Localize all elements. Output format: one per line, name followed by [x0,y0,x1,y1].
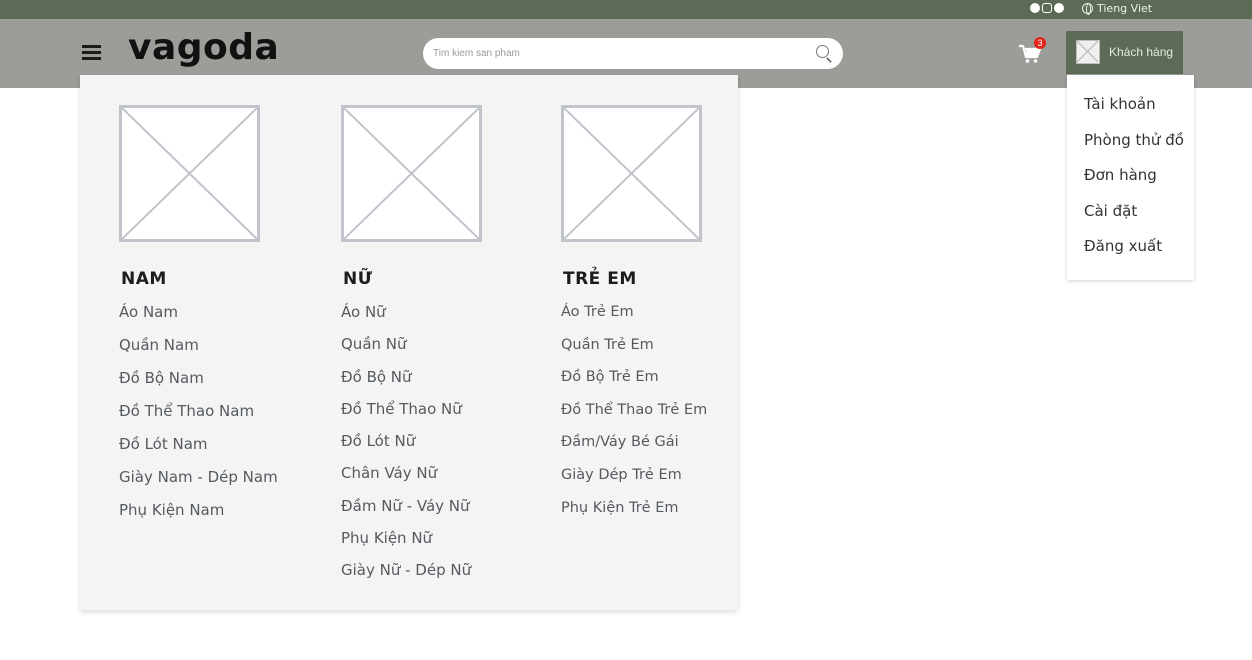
menu-link[interactable]: Giày Nam - Dép Nam [119,466,278,499]
menu-link[interactable]: Phụ Kiện Nữ [341,527,471,559]
menu-link[interactable]: Đồ Bộ Nam [119,367,278,400]
menu-link[interactable]: Đồ Bộ Trẻ Em [561,366,707,399]
search-input[interactable] [433,44,803,62]
menu-link[interactable]: Quần Trẻ Em [561,334,707,367]
category-links: Áo Trẻ Em Quần Trẻ Em Đồ Bộ Trẻ Em Đồ Th… [561,301,707,529]
menu-link[interactable]: Phụ Kiện Nam [119,499,278,532]
category-links: Áo Nam Quần Nam Đồ Bộ Nam Đồ Thể Thao Na… [119,301,278,532]
mega-menu-panel: NAM Áo Nam Quần Nam Đồ Bộ Nam Đồ Thể Tha… [80,75,738,610]
menu-link[interactable]: Quần Nữ [341,333,471,365]
language-selector[interactable]: Tieng Viet [1082,1,1152,15]
cart-button[interactable]: 3 [1018,37,1046,65]
menu-link[interactable]: Đầm/Váy Bé Gái [561,431,707,464]
category-image-placeholder[interactable] [119,105,260,242]
account-button[interactable]: Khách hàng [1066,31,1183,74]
category-title[interactable]: NAM [121,269,167,289]
pinterest-icon[interactable] [1054,3,1064,13]
menu-link[interactable]: Đồ Thể Thao Nam [119,400,278,433]
menu-link[interactable]: Giày Nữ - Dép Nữ [341,559,471,591]
language-label: Tieng Viet [1097,1,1153,15]
account-dropdown: Tài khoản Phòng thử đồ Đơn hàng Cài đặt … [1067,75,1194,280]
account-label: Khách hàng [1109,45,1174,59]
menu-link[interactable]: Áo Trẻ Em [561,301,707,334]
account-menu-item[interactable]: Tài khoản [1084,93,1184,129]
site-logo[interactable]: vagoda [128,27,279,68]
account-menu-item[interactable]: Phòng thử đồ [1084,129,1184,165]
menu-link[interactable]: Đồ Lót Nữ [341,430,471,462]
menu-link[interactable]: Phụ Kiện Trẻ Em [561,497,707,530]
category-title[interactable]: TRẺ EM [563,269,637,289]
account-menu-item[interactable]: Đơn hàng [1084,164,1184,200]
account-menu-list: Tài khoản Phòng thử đồ Đơn hàng Cài đặt … [1084,93,1184,271]
menu-link[interactable]: Chân Váy Nữ [341,462,471,494]
category-image-placeholder[interactable] [341,105,482,242]
top-bar: Tieng Viet [0,0,1252,19]
search-bar [423,38,843,69]
category-links: Áo Nữ Quần Nữ Đồ Bộ Nữ Đồ Thể Thao Nữ Đồ… [341,301,471,592]
social-links [1030,2,1064,14]
menu-link[interactable]: Đồ Lót Nam [119,433,278,466]
account-menu-item[interactable]: Cài đặt [1084,200,1184,236]
facebook-icon[interactable] [1030,3,1040,13]
globe-icon [1082,2,1093,15]
menu-link[interactable]: Áo Nữ [341,301,471,333]
category-image-placeholder[interactable] [561,105,702,242]
search-icon[interactable] [816,45,829,58]
menu-link[interactable]: Đồ Thể Thao Nữ [341,398,471,430]
menu-link[interactable]: Đầm Nữ - Váy Nữ [341,495,471,527]
avatar [1076,40,1100,64]
menu-link[interactable]: Đồ Bộ Nữ [341,366,471,398]
cart-count-badge: 3 [1034,37,1046,49]
menu-link[interactable]: Áo Nam [119,301,278,334]
account-menu-item[interactable]: Đăng xuất [1084,235,1184,271]
instagram-icon[interactable] [1042,3,1052,13]
menu-link[interactable]: Đồ Thể Thao Trẻ Em [561,399,707,432]
menu-link[interactable]: Giày Dép Trẻ Em [561,464,707,497]
category-title[interactable]: NỮ [343,269,372,289]
menu-link[interactable]: Quần Nam [119,334,278,367]
hamburger-menu-icon[interactable] [82,45,101,60]
